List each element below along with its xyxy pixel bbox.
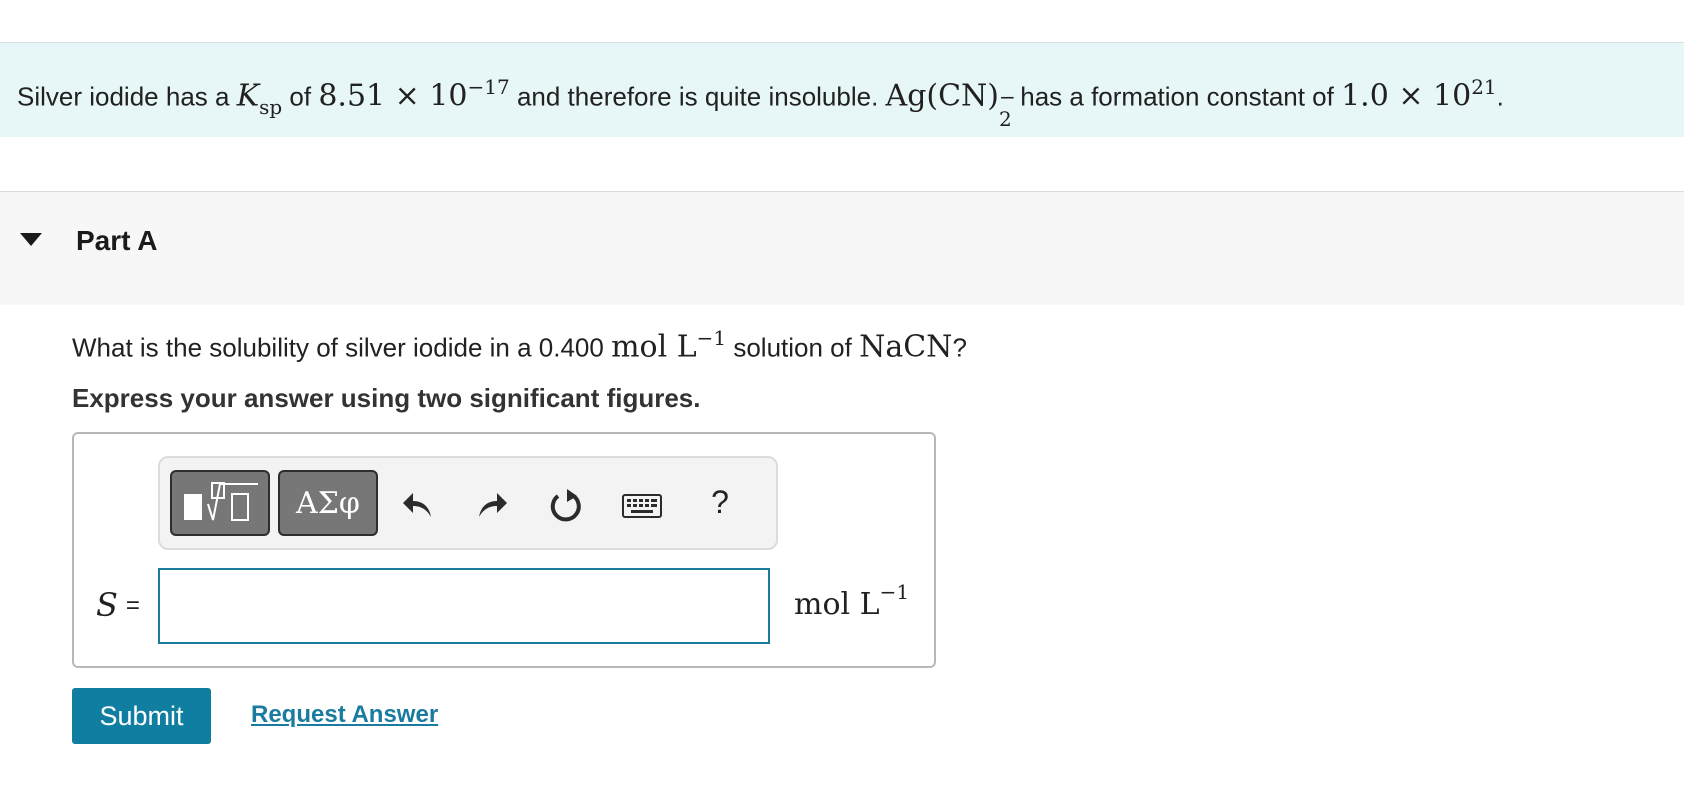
- part-a-header[interactable]: Part A: [0, 191, 1684, 305]
- greek-symbols-button[interactable]: ΑΣφ: [278, 470, 378, 536]
- intro-text-part: has a formation constant of: [1013, 81, 1342, 112]
- problem-intro-banner: Silver iodide has a Ksp of 8.51 × 10−17 …: [0, 42, 1684, 137]
- nacn-formula: NaCN: [859, 329, 953, 365]
- complex-ion-formula: Ag(CN): [885, 78, 1000, 114]
- part-title: Part A: [76, 225, 158, 256]
- question-text-part: solution of: [726, 332, 860, 363]
- complex-subscript: 2: [999, 106, 1012, 131]
- question-text: What is the solubility of silver iodide …: [72, 326, 967, 365]
- keyboard-button[interactable]: [618, 486, 666, 526]
- answer-input[interactable]: [158, 568, 770, 644]
- templates-icon: [184, 482, 258, 521]
- kf-exponent: 21: [1471, 75, 1497, 99]
- caret-down-icon[interactable]: [20, 233, 42, 246]
- undo-button[interactable]: [396, 486, 440, 526]
- answer-instruction: Express your answer using two significan…: [72, 383, 701, 413]
- answer-unit-base: mol L: [794, 587, 880, 622]
- question-text-part: ?: [952, 332, 967, 363]
- answer-variable-label: S =: [96, 586, 140, 624]
- ksp-subscript: sp: [259, 94, 283, 119]
- help-button[interactable]: ?: [698, 482, 742, 522]
- submit-button[interactable]: Submit: [72, 688, 211, 744]
- redo-icon: [479, 493, 507, 517]
- intro-text-part: .: [1496, 81, 1504, 112]
- keyboard-icon: [622, 494, 662, 518]
- ksp-symbol: K: [236, 78, 260, 114]
- math-toolbar: ΑΣφ ?: [158, 456, 778, 550]
- complex-ion-charge: −2: [999, 79, 1016, 131]
- intro-text-part: of: [282, 81, 319, 112]
- reset-button[interactable]: [544, 486, 588, 526]
- problem-intro-text: Silver iodide has a Ksp of 8.51 × 10−17 …: [17, 69, 1504, 131]
- concentration-unit-exponent: −1: [696, 326, 727, 350]
- templates-button[interactable]: [170, 470, 270, 536]
- answer-unit-exponent: −1: [879, 580, 910, 604]
- kf-value: 1.0 × 10: [1341, 78, 1472, 114]
- ksp-value: 8.51 × 10: [318, 78, 468, 114]
- undo-icon: [403, 493, 431, 517]
- ksp-exponent: −17: [467, 75, 510, 99]
- intro-text-part: and therefore is quite insoluble.: [509, 81, 886, 112]
- question-text-part: What is the solubility of silver iodide …: [72, 332, 612, 363]
- concentration-unit: mol L: [611, 329, 697, 365]
- answer-entry-box: ΑΣφ ? S = mol L−1: [72, 432, 936, 668]
- request-answer-link[interactable]: Request Answer: [251, 701, 438, 729]
- reset-icon: [550, 489, 581, 522]
- solubility-variable: S: [96, 586, 118, 624]
- intro-text-part: Silver iodide has a: [17, 81, 237, 112]
- redo-button[interactable]: [470, 486, 514, 526]
- answer-unit: mol L−1: [794, 580, 909, 622]
- equals-sign: =: [125, 592, 140, 619]
